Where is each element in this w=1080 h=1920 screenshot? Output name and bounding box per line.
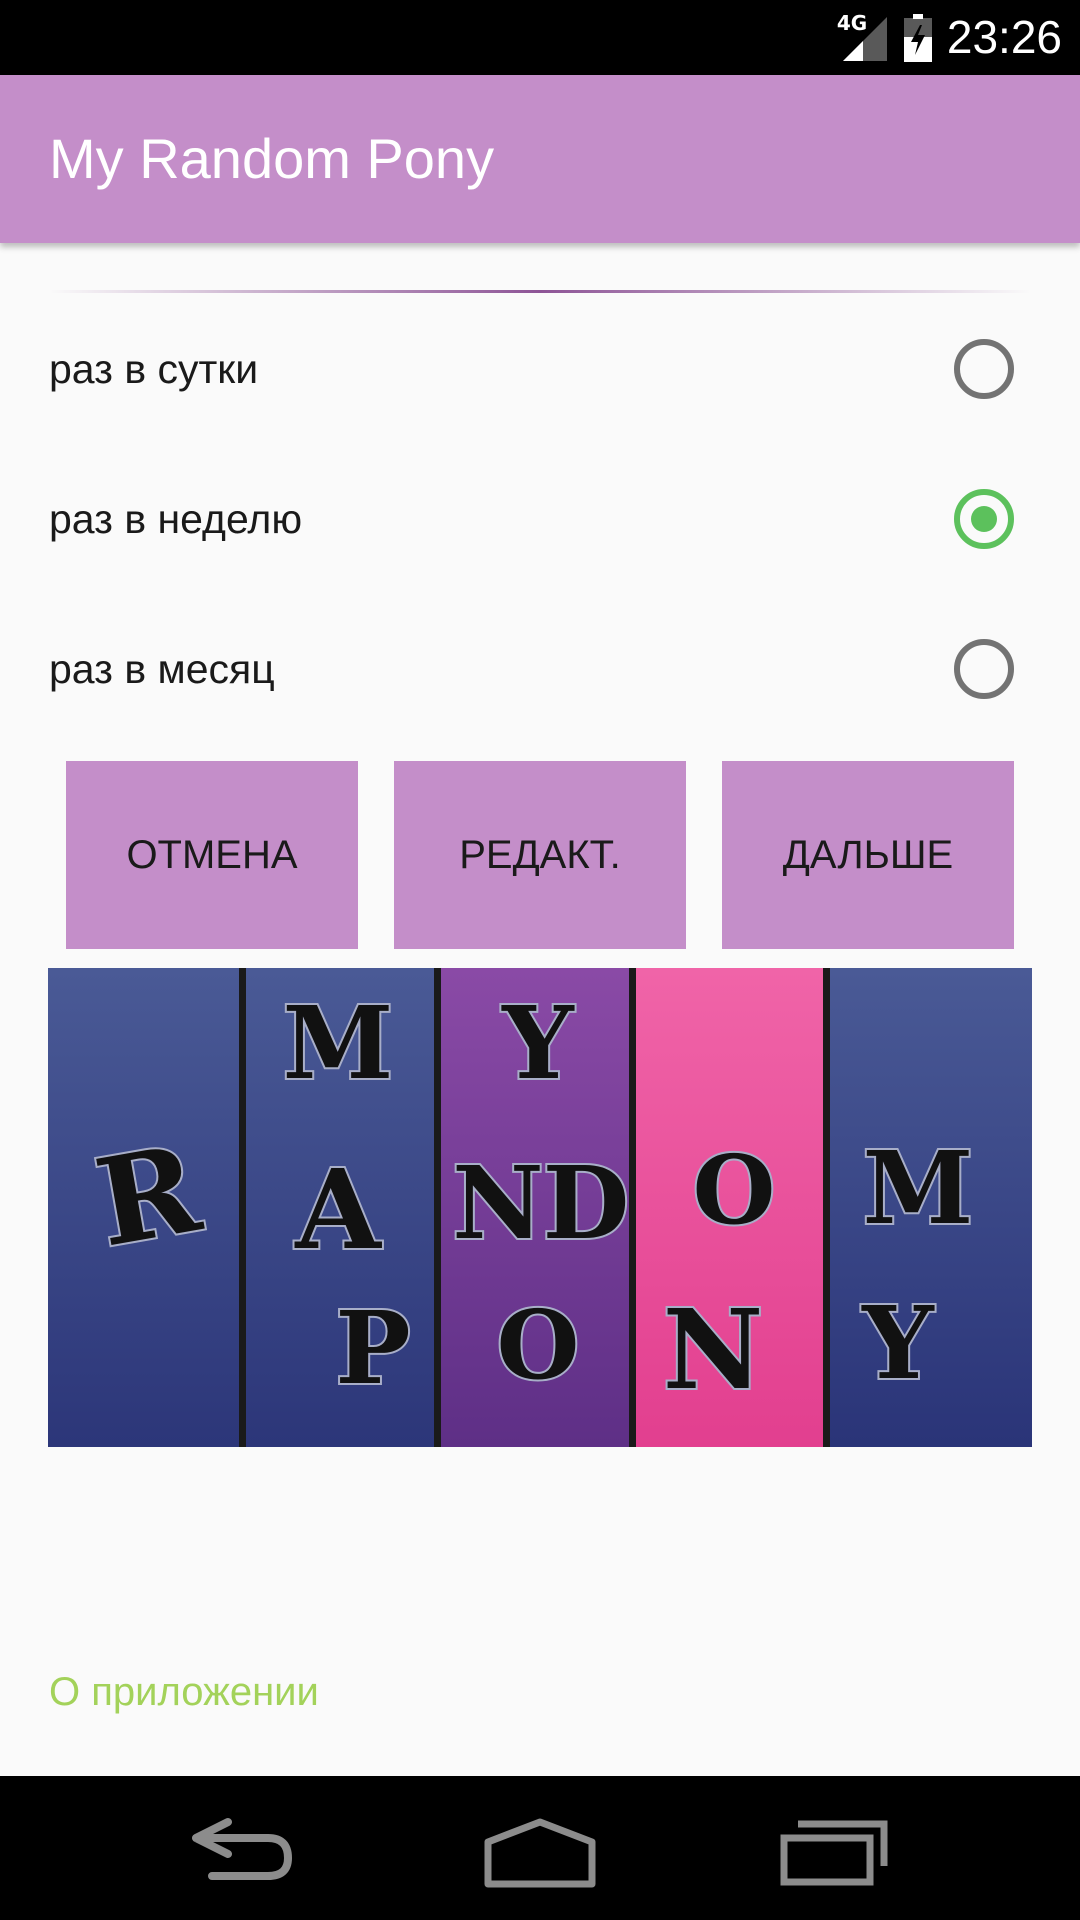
- option-weekly[interactable]: раз в неделю: [0, 444, 1080, 594]
- my-random-pony-banner: M Y R A N D O M P O N Y: [48, 968, 1032, 1447]
- banner-letter: M: [863, 1129, 974, 1247]
- banner-letter: M: [283, 984, 394, 1102]
- banner-letter: A: [294, 1145, 382, 1274]
- banner-letter: O: [497, 1290, 580, 1401]
- option-weekly-label: раз в неделю: [49, 496, 303, 542]
- banner-letter: D: [543, 1144, 630, 1262]
- edit-button[interactable]: РЕДАКТ.: [394, 761, 686, 949]
- about-app-link[interactable]: О приложении: [49, 1670, 319, 1715]
- app-title: My Random Pony: [49, 127, 495, 190]
- radio-monthly[interactable]: [954, 639, 1014, 699]
- cancel-button[interactable]: ОТМЕНА: [66, 761, 358, 949]
- battery-icon: [903, 13, 932, 62]
- banner-letter: Y: [861, 1284, 935, 1402]
- option-monthly-label: раз в месяц: [49, 646, 275, 692]
- status-icons: 4G 23:26: [837, 0, 1062, 75]
- navigation-bar: [0, 1776, 1080, 1920]
- home-icon[interactable]: [480, 1808, 600, 1888]
- radio-daily[interactable]: [954, 339, 1014, 399]
- banner-letter: O: [693, 1135, 776, 1246]
- next-button[interactable]: ДАЛЬШЕ: [722, 761, 1014, 949]
- banner-letter: N: [663, 1285, 764, 1414]
- banner-letter: N: [452, 1144, 543, 1262]
- banner-letter: P: [335, 1289, 410, 1407]
- status-time: 23:26: [946, 11, 1062, 63]
- option-daily-label: раз в сутки: [49, 346, 259, 392]
- radio-weekly[interactable]: [954, 489, 1014, 549]
- recent-apps-icon[interactable]: [780, 1808, 900, 1888]
- radio-selected-dot: [971, 506, 997, 532]
- app-bar: My Random Pony: [0, 75, 1080, 243]
- divider: [49, 290, 1031, 293]
- back-icon[interactable]: [180, 1808, 300, 1888]
- banner-letter: Y: [501, 984, 575, 1102]
- signal-icon: 4G: [837, 13, 889, 63]
- option-monthly[interactable]: раз в месяц: [0, 594, 1080, 744]
- status-bar: 4G 23:26: [0, 0, 1080, 75]
- option-daily[interactable]: раз в сутки: [0, 294, 1080, 444]
